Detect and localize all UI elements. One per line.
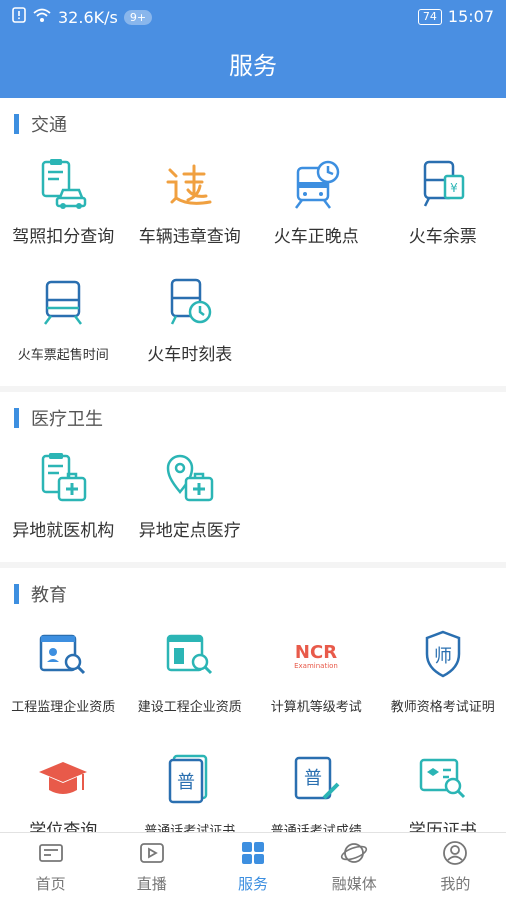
service-vehicle-violation[interactable]: 车辆违章查询 xyxy=(127,150,254,268)
tab-label: 服务 xyxy=(238,875,269,893)
status-right: 74 15:07 xyxy=(417,7,494,26)
service-label: 学位查询 xyxy=(29,821,98,832)
service-label: 计算机等级考试 xyxy=(270,700,362,715)
service-train-delay[interactable]: 火车正晚点 xyxy=(253,150,380,268)
user-icon xyxy=(443,841,468,865)
service-train-timetable[interactable]: 火车时刻表 xyxy=(127,268,254,386)
planet-icon xyxy=(341,843,368,863)
svg-text:普: 普 xyxy=(304,768,322,789)
service-label: 火车时刻表 xyxy=(147,345,233,365)
page-title: 服务 xyxy=(229,52,277,80)
home-icon xyxy=(38,844,63,862)
engineer-search-icon xyxy=(33,624,93,684)
mandarin-cert-icon: 普 xyxy=(160,748,220,808)
section-header: 医疗卫生 xyxy=(0,392,506,444)
service-ticket-sale-time[interactable]: 火车票起售时间 xyxy=(0,268,127,386)
service-construction-qualification[interactable]: 建设工程企业资质 xyxy=(127,620,254,744)
train-clock-icon xyxy=(286,154,346,214)
train-ticket-icon: ¥ xyxy=(413,154,473,214)
service-grid: 异地就医机构 异地定点医疗 xyxy=(0,444,506,562)
section-education: 教育 工程监理企业资质 建设工程企业资质 NCR Examination 计算机等… xyxy=(0,568,506,832)
section-title: 交通 xyxy=(31,115,67,136)
mandarin-score-icon: 普 xyxy=(286,748,346,808)
building-search-icon xyxy=(160,624,220,684)
status-bar: 32.6K/s 9+ 74 15:07 xyxy=(0,0,506,34)
bottom-tab-bar: 首页 直播 服务 融媒体 我的 xyxy=(0,832,506,900)
service-remote-medical-institution[interactable]: 异地就医机构 xyxy=(0,444,127,562)
service-label: 火车正晚点 xyxy=(273,227,359,247)
wifi-icon xyxy=(32,7,52,27)
section-header: 交通 xyxy=(0,98,506,150)
section-transport: 交通 驾照扣分查询 车辆违章查询 火车正晚点 ¥ 火车余票 火车票起售时间 火车… xyxy=(0,98,506,386)
service-list[interactable]: 交通 驾照扣分查询 车辆违章查询 火车正晚点 ¥ 火车余票 火车票起售时间 火车… xyxy=(0,98,506,832)
tab-services[interactable]: 服务 xyxy=(202,833,303,900)
tab-label: 首页 xyxy=(35,875,66,893)
network-speed: 32.6K/s xyxy=(58,7,118,27)
ncre-logo-icon: NCR Examination xyxy=(286,624,346,684)
service-grid: 驾照扣分查询 车辆违章查询 火车正晚点 ¥ 火车余票 火车票起售时间 火车时刻表 xyxy=(0,150,506,386)
status-left: 32.6K/s 9+ xyxy=(12,7,153,27)
service-label: 火车余票 xyxy=(408,227,477,247)
section-title: 教育 xyxy=(31,585,67,606)
service-label: 工程监理企业资质 xyxy=(11,700,116,715)
service-education-certificate[interactable]: 学历证书 xyxy=(380,744,506,832)
service-label: 火车票起售时间 xyxy=(17,348,109,363)
graduation-cap-icon xyxy=(33,748,93,808)
section-title: 医疗卫生 xyxy=(31,409,103,430)
service-label: 建设工程企业资质 xyxy=(137,700,242,715)
service-remote-designated-medical[interactable]: 异地定点医疗 xyxy=(127,444,254,562)
play-icon xyxy=(139,843,164,863)
train-icon xyxy=(33,272,93,332)
service-label: 教师资格考试证明 xyxy=(390,700,495,715)
service-engineering-supervision[interactable]: 工程监理企业资质 xyxy=(0,620,127,744)
license-car-icon xyxy=(33,154,93,214)
clock: 15:07 xyxy=(447,7,494,26)
tab-label: 融媒体 xyxy=(331,875,377,893)
section-marker xyxy=(14,408,19,428)
tab-label: 直播 xyxy=(136,875,167,893)
service-computer-rank-exam[interactable]: NCR Examination 计算机等级考试 xyxy=(253,620,380,744)
section-header: 教育 xyxy=(0,568,506,620)
section-medical: 医疗卫生 异地就医机构 异地定点医疗 xyxy=(0,392,506,562)
tab-live[interactable]: 直播 xyxy=(101,833,202,900)
svg-text:NCR: NCR xyxy=(295,642,337,663)
medical-location-icon xyxy=(160,448,220,508)
alert-icon xyxy=(12,7,26,27)
service-label: 学历证书 xyxy=(408,821,477,832)
service-label: 驾照扣分查询 xyxy=(12,227,115,247)
svg-text:普: 普 xyxy=(177,772,195,793)
service-label: 异地就医机构 xyxy=(12,521,115,541)
section-marker xyxy=(14,584,19,604)
service-train-tickets[interactable]: ¥ 火车余票 xyxy=(380,150,506,268)
tab-label: 我的 xyxy=(440,875,471,893)
service-teacher-qualification[interactable]: 师 教师资格考试证明 xyxy=(380,620,506,744)
tab-home[interactable]: 首页 xyxy=(0,833,101,900)
battery-icon: 74 xyxy=(417,8,442,25)
service-license-points[interactable]: 驾照扣分查询 xyxy=(0,150,127,268)
service-label: 普通话考试成绩 xyxy=(270,824,362,832)
service-degree-query[interactable]: 学位查询 xyxy=(0,744,127,832)
svg-text:Examination: Examination xyxy=(294,662,338,670)
grid-icon xyxy=(242,842,264,864)
svg-text:¥: ¥ xyxy=(450,181,458,195)
section-marker xyxy=(14,114,19,134)
service-mandarin-score[interactable]: 普 普通话考试成绩 xyxy=(253,744,380,832)
teacher-shield-icon: 师 xyxy=(413,624,473,684)
tab-media[interactable]: 融媒体 xyxy=(304,833,405,900)
notification-badge: 9+ xyxy=(123,9,153,25)
service-label: 异地定点医疗 xyxy=(138,521,241,541)
diploma-search-icon xyxy=(413,748,473,808)
tab-profile[interactable]: 我的 xyxy=(405,833,506,900)
medical-clipboard-icon xyxy=(33,448,93,508)
violation-icon xyxy=(160,154,220,214)
service-label: 车辆违章查询 xyxy=(138,227,241,247)
svg-text:师: 师 xyxy=(434,646,452,667)
page-title-bar: 服务 xyxy=(0,34,506,98)
service-label: 普通话考试证书 xyxy=(144,824,236,832)
service-mandarin-certificate[interactable]: 普 普通话考试证书 xyxy=(127,744,254,832)
train-timetable-icon xyxy=(160,272,220,332)
service-grid: 工程监理企业资质 建设工程企业资质 NCR Examination 计算机等级考试… xyxy=(0,620,506,832)
